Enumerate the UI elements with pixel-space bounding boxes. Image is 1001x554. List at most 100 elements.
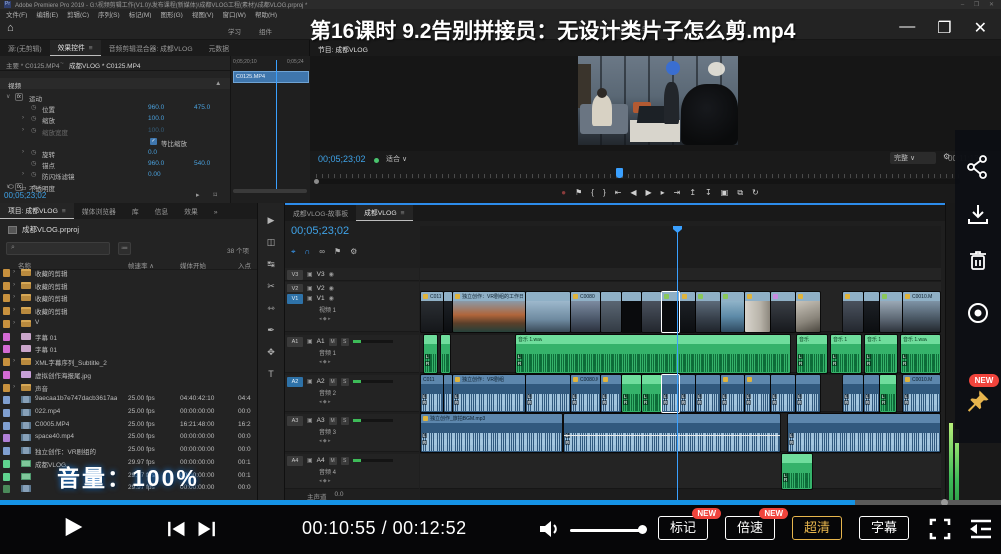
timeline-clip[interactable]: C011LR (421, 375, 443, 412)
home-icon[interactable]: ⌂ (7, 22, 14, 34)
lock-icon[interactable]: ▣ (307, 285, 313, 292)
source-patch[interactable]: A2 (287, 377, 303, 387)
transport-icon[interactable]: ↥ (689, 188, 696, 197)
menu-item[interactable]: 帮助(H) (255, 9, 277, 19)
tool-icon[interactable]: ↹ (267, 259, 275, 270)
menu-item[interactable]: 图形(G) (160, 9, 182, 19)
bin-caret-icon[interactable]: › (13, 319, 15, 326)
timeline-clip[interactable]: LR (788, 414, 940, 452)
volume-icon[interactable] (538, 519, 560, 539)
previous-episode-button[interactable] (166, 521, 187, 537)
collapse-caret-icon[interactable]: ∨ (6, 93, 10, 100)
timeline-clip[interactable]: LR (424, 335, 437, 373)
param-value[interactable]: 100.0 (148, 127, 164, 134)
label-color-swatch[interactable] (3, 294, 10, 302)
playlist-icon[interactable] (968, 517, 994, 541)
next-episode-button[interactable] (196, 521, 217, 537)
transport-icon[interactable]: } (603, 188, 606, 197)
timeline-clip[interactable]: LR (642, 375, 661, 412)
transport-icon[interactable]: ↻ (752, 188, 759, 197)
timeline-clip[interactable]: LR (721, 375, 744, 412)
stopwatch-icon[interactable]: ◷ (31, 171, 36, 178)
mute-button[interactable]: M (329, 378, 337, 386)
tool-icon[interactable]: ✂ (267, 281, 275, 292)
transport-icon[interactable]: { (591, 188, 594, 197)
toggle-track-output-icon[interactable]: ◉ (329, 295, 334, 302)
label-color-swatch[interactable] (3, 384, 10, 392)
param-value[interactable]: 0.0 (148, 149, 157, 156)
timeline-clip[interactable] (601, 292, 621, 332)
maximize-button[interactable]: ❐ (937, 18, 951, 38)
timeline-clip[interactable]: LR (771, 375, 795, 412)
label-color-swatch[interactable] (3, 371, 10, 379)
timeline-clip[interactable]: 独立创作：VR剧组LR (453, 375, 525, 412)
track-name[interactable]: 音频 1 (319, 348, 336, 357)
volume-slider[interactable] (570, 529, 644, 532)
project-row[interactable]: ›收藏的剪辑 (0, 292, 254, 304)
menu-item[interactable]: 窗口(W) (223, 9, 246, 19)
transport-icon[interactable]: ↧ (705, 188, 712, 197)
program-playhead[interactable] (616, 168, 623, 178)
source-patch[interactable]: A1 (287, 337, 303, 347)
menu-item[interactable]: 标记(M) (129, 9, 152, 19)
keyframe-nav[interactable]: ◂ ◆ ▸ (319, 399, 331, 405)
param-value[interactable]: 540.0 (194, 160, 210, 167)
track-header-a1[interactable]: A1▣A1MS音频 1◂ ◆ ▸ (285, 335, 419, 373)
label-color-swatch[interactable] (3, 282, 10, 290)
label-color-swatch[interactable] (3, 409, 10, 417)
tool-icon[interactable]: ✒ (267, 325, 275, 336)
timeline-clip[interactable]: LR (526, 375, 570, 412)
timeline-clip[interactable]: C0080.MLR (571, 375, 600, 412)
mini-timeline-clip[interactable]: C0125.MP4 (233, 71, 309, 83)
timeline-clip[interactable] (526, 292, 570, 332)
timeline-clip[interactable] (843, 292, 863, 332)
collapse-caret-icon[interactable]: › (22, 171, 24, 177)
transport-icon[interactable]: ⇤ (615, 188, 622, 197)
solo-button[interactable]: S (341, 378, 349, 386)
label-color-swatch[interactable] (3, 345, 10, 353)
stopwatch-icon[interactable]: ◷ (31, 115, 36, 122)
project-row[interactable]: ›收藏的剪辑 (0, 280, 254, 292)
timeline-clip[interactable] (721, 292, 744, 332)
timeline-clip[interactable] (880, 292, 902, 332)
timeline-clip[interactable] (642, 292, 661, 332)
timeline-clip[interactable]: LR (622, 375, 641, 412)
timeline-clip[interactable]: LR (864, 375, 879, 412)
timeline-clip[interactable]: LR (880, 375, 896, 412)
timeline-clip[interactable]: LR (843, 375, 863, 412)
project-row[interactable]: 9aecaa1b7e747dacb3617aa25.00 fps04:40:42… (0, 394, 254, 406)
bin-caret-icon[interactable]: › (13, 293, 15, 300)
timeline-clip[interactable] (864, 292, 879, 332)
param-value[interactable]: 960.0 (148, 104, 164, 111)
track-header-a3[interactable]: A3▣A3MS音频 3◂ ◆ ▸ (285, 414, 419, 452)
label-color-swatch[interactable] (3, 269, 10, 277)
param-value[interactable]: 0.00 (148, 171, 161, 178)
menu-item[interactable]: 文件(F) (6, 9, 27, 19)
mini-timeline-scrollbar[interactable] (233, 189, 307, 193)
label-color-swatch[interactable] (3, 333, 10, 341)
timeline-clip[interactable]: C0010.MLR (903, 375, 940, 412)
close-button[interactable]: ✕ (974, 18, 987, 38)
stopwatch-icon[interactable]: ◷ (31, 104, 36, 111)
program-mini-ruler[interactable] (316, 169, 960, 178)
menu-item[interactable]: 编辑(E) (36, 9, 58, 19)
timeline-clip[interactable] (444, 375, 452, 412)
program-scrollbar[interactable] (316, 179, 960, 184)
transport-icon[interactable]: ▶ (645, 188, 651, 197)
label-color-swatch[interactable] (3, 358, 10, 366)
lock-icon[interactable]: ▣ (307, 378, 313, 385)
label-color-swatch[interactable] (3, 485, 10, 493)
project-row[interactable]: ›XML字幕序列_Subtitle_2 (0, 356, 254, 368)
source-patch[interactable]: V3 (287, 270, 303, 280)
transport-icon[interactable]: ⧉ (737, 188, 743, 198)
timeline-clip[interactable] (622, 292, 641, 332)
project-row[interactable]: 022.mp425.00 fps00:00:00:0000:0 (0, 407, 254, 419)
timeline-clip[interactable]: C0010.M (903, 292, 940, 332)
effect-panel-timecode[interactable]: 00;05;23;02 (4, 191, 46, 200)
volume-slider-knob[interactable] (638, 525, 647, 534)
timeline-clip[interactable] (771, 292, 795, 332)
menu-item[interactable]: 剪辑(C) (67, 9, 89, 19)
label-color-swatch[interactable] (3, 460, 10, 468)
record-icon[interactable] (965, 300, 991, 326)
timeline-clip[interactable] (696, 292, 720, 332)
